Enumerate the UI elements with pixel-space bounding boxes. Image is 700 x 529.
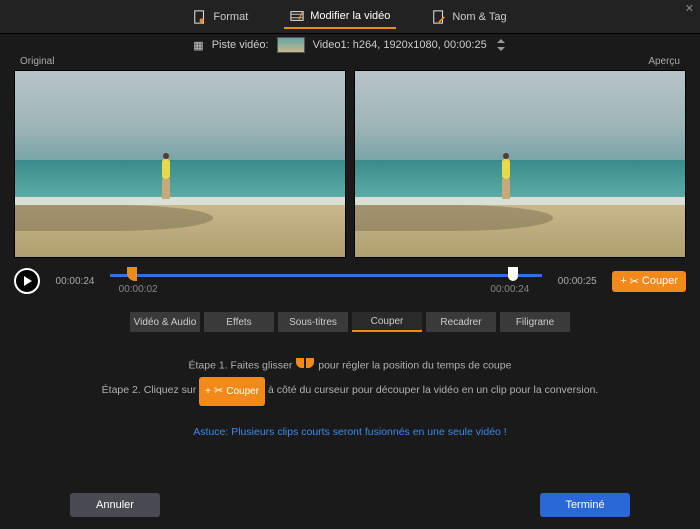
preview-video xyxy=(354,70,686,258)
tab-name-tag[interactable]: Nom & Tag xyxy=(426,6,512,28)
play-button[interactable] xyxy=(14,268,40,294)
preview-label: Aperçu xyxy=(648,56,680,70)
plus-icon: + xyxy=(620,275,626,287)
cut-button-label: Couper xyxy=(642,275,678,287)
cut-handle-end[interactable] xyxy=(508,267,518,281)
timeline: 00:00:24 00:00:02 00:00:24 00:00:25 + ✂Co… xyxy=(0,258,700,296)
edit-subtabs: Vidéo & Audio Effets Sous-titres Couper … xyxy=(0,312,700,332)
original-label: Original xyxy=(20,56,54,70)
cut-end-time: 00:00:24 xyxy=(490,284,529,295)
subtab-crop[interactable]: Recadrer xyxy=(426,312,496,332)
subtab-effects[interactable]: Effets xyxy=(204,312,274,332)
cut-start-time: 00:00:02 xyxy=(119,284,158,295)
tab-modify-label: Modifier la vidéo xyxy=(310,10,390,22)
subtab-subtitles[interactable]: Sous-titres xyxy=(278,312,348,332)
step2-suffix: à côté du curseur pour découper la vidéo… xyxy=(268,385,598,397)
film-tools-icon xyxy=(290,9,304,23)
close-icon[interactable]: ✕ xyxy=(685,2,694,15)
subtab-video-audio[interactable]: Vidéo & Audio xyxy=(130,312,200,332)
handle-markers-icon xyxy=(295,354,315,377)
scissors-icon: ✂ xyxy=(630,275,639,288)
done-button[interactable]: Terminé xyxy=(540,493,630,517)
tab-modify-video[interactable]: Modifier la vidéo xyxy=(284,5,396,29)
top-tabs: Format Modifier la vidéo Nom & Tag xyxy=(0,0,700,34)
subtab-cut[interactable]: Couper xyxy=(352,312,422,332)
pencil-doc-icon xyxy=(432,10,446,24)
step1-prefix: Étape 1. Faites glisser xyxy=(189,359,293,371)
track-label: Piste vidéo: xyxy=(212,39,269,51)
tab-format-label: Format xyxy=(213,11,248,23)
video-track-row: ▦ Piste vidéo: Video1: h264, 1920x1080, … xyxy=(0,34,700,56)
cut-button[interactable]: + ✂Couper xyxy=(612,271,686,292)
gear-doc-icon xyxy=(193,10,207,24)
original-video xyxy=(14,70,346,258)
inline-cut-button-icon: +✂Couper xyxy=(199,377,265,405)
preview-labels: Original Aperçu xyxy=(0,56,700,70)
step2-prefix: Étape 2. Cliquez sur xyxy=(102,385,197,397)
cancel-button[interactable]: Annuler xyxy=(70,493,160,517)
time-current: 00:00:24 xyxy=(50,276,100,287)
track-selector-chevron-icon[interactable] xyxy=(495,39,507,51)
timeline-track[interactable]: 00:00:02 00:00:24 xyxy=(110,266,542,296)
subtab-watermark[interactable]: Filigrane xyxy=(500,312,570,332)
tab-format[interactable]: Format xyxy=(187,6,254,28)
tip-text: Astuce: Plusieurs clips courts seront fu… xyxy=(0,426,700,438)
step1-suffix: pour régler la position du temps de coup… xyxy=(318,359,511,371)
track-info: Video1: h264, 1920x1080, 00:00:25 xyxy=(313,39,487,51)
tab-name-tag-label: Nom & Tag xyxy=(452,11,506,23)
instructions: Étape 1. Faites glisser pour régler la p… xyxy=(0,354,700,406)
bottom-bar: Annuler Terminé xyxy=(0,493,700,517)
time-total: 00:00:25 xyxy=(552,276,602,287)
play-icon xyxy=(24,276,32,286)
track-thumbnail xyxy=(277,37,305,53)
preview-panes xyxy=(0,70,700,258)
cut-handle-start[interactable] xyxy=(127,267,137,281)
film-icon: ▦ xyxy=(193,39,203,52)
